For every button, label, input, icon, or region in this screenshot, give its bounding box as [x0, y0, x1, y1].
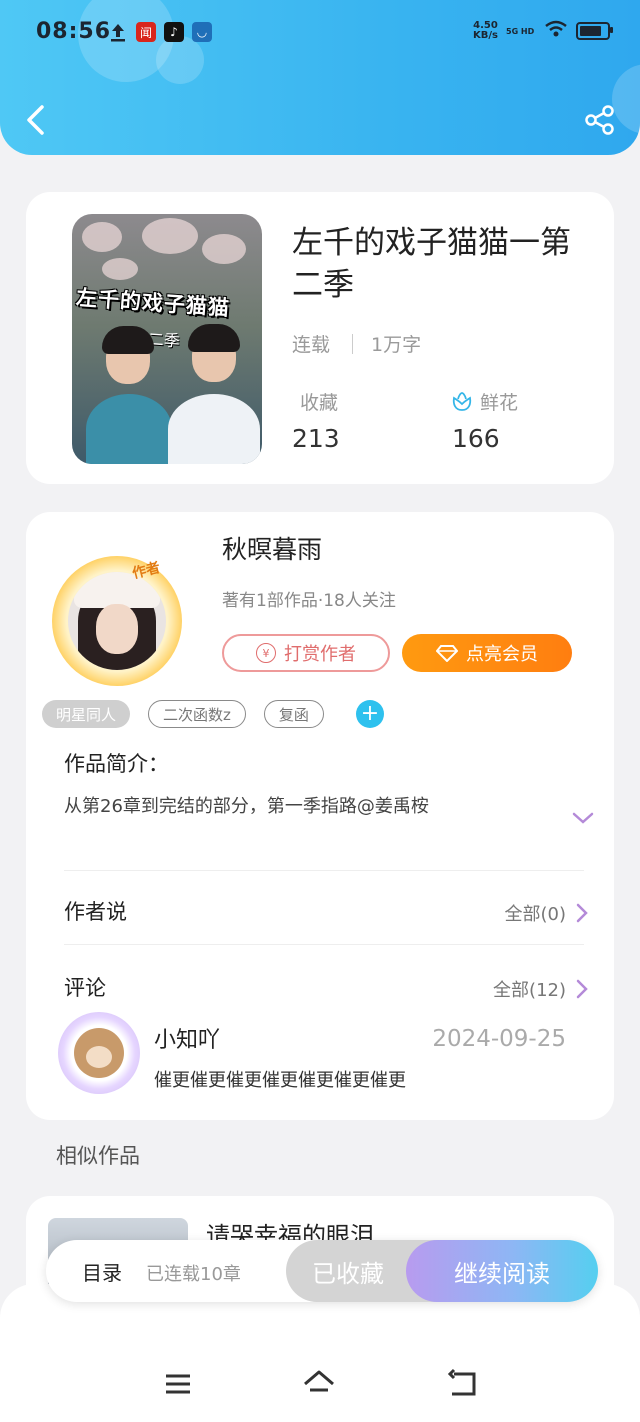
tag-item[interactable]: 二次函数z: [148, 700, 246, 728]
share-icon: [585, 105, 614, 135]
tag-list: 明星同人 二次函数z 复函 +: [42, 700, 384, 728]
menu-icon: [166, 1374, 190, 1394]
flowers-label: 鲜花: [480, 392, 519, 414]
comments-count: 全部(12): [493, 980, 566, 1001]
yen-coin-icon: ¥: [256, 643, 276, 663]
chevron-right-icon: [576, 903, 588, 923]
author-badge: 作者: [130, 559, 162, 583]
author-says-more[interactable]: 全部(0): [505, 900, 589, 926]
status-bar: 08:56 闻 ♪ ◡ 4.50 KB/s 5G HD: [36, 18, 613, 50]
menu-nav-button[interactable]: [162, 1368, 194, 1400]
intro-text: 从第26章到完结的部分，第一季指路@姜禹桉: [64, 796, 429, 817]
author-avatar[interactable]: 作者: [52, 556, 182, 686]
chapter-count: 已连载10章: [146, 1264, 241, 1285]
book-status: 连载: [292, 334, 331, 356]
divider: [352, 333, 354, 354]
book-info-card: 左千的戏子猫猫 第二季 左千的戏子猫猫一第二季 连载 1万字 收藏 213 鲜花…: [26, 192, 614, 484]
divider: [64, 870, 584, 871]
comments-more[interactable]: 全部(12): [493, 976, 588, 1002]
intro-title: 作品简介：: [64, 752, 169, 776]
toc-button[interactable]: 目录: [82, 1257, 122, 1286]
cover-figure: [86, 326, 172, 464]
speed-unit: KB/s: [473, 30, 498, 41]
divider: [64, 944, 584, 945]
tiktok-icon: ♪: [164, 22, 184, 42]
favorites-label: 收藏: [300, 392, 339, 414]
clock: 08:56: [36, 19, 112, 44]
comment-text[interactable]: 催更催更催更催更催更催更催更: [154, 1066, 406, 1092]
tag-item[interactable]: 明星同人: [42, 700, 131, 728]
similar-heading: 相似作品: [56, 1144, 140, 1168]
author-card: 作者 秋暝暮雨 著有1部作品·18人关注 ¥ 打赏作者 点亮会员 明星同人 二次…: [26, 512, 614, 1120]
favorites-count: 213: [292, 424, 340, 453]
author-says-title: 作者说: [64, 900, 127, 924]
book-title: 左千的戏子猫猫一第二季: [292, 225, 571, 303]
chevron-right-icon: [576, 979, 588, 999]
comments-title: 评论: [64, 976, 106, 1000]
return-icon: [447, 1368, 476, 1396]
commenter-avatar[interactable]: [58, 1012, 140, 1094]
cover-figure: [168, 324, 260, 464]
tip-author-button[interactable]: ¥ 打赏作者: [222, 634, 390, 672]
favorited-label: 已收藏: [312, 1259, 384, 1288]
wifi-icon: [544, 20, 568, 42]
author-says-count: 全部(0): [504, 904, 567, 925]
commenter-name[interactable]: 小知吖: [154, 1022, 220, 1054]
network-speed: 4.50 KB/s: [473, 21, 498, 41]
flowers-count: 166: [452, 424, 500, 453]
home-icon: [304, 1370, 334, 1392]
add-tag-button[interactable]: +: [355, 700, 384, 728]
upload-icon: [108, 22, 128, 42]
continue-reading-button[interactable]: 继续阅读: [406, 1240, 598, 1302]
message-app-icon: ◡: [192, 22, 212, 42]
author-info: 著有1部作品·18人关注: [222, 591, 396, 611]
back-button[interactable]: [24, 104, 48, 136]
floating-action-bar: 目录 已连载10章 已收藏 继续阅读: [46, 1240, 598, 1302]
author-name[interactable]: 秋暝暮雨: [222, 530, 322, 566]
expand-intro-button[interactable]: [572, 810, 594, 829]
continue-reading-label: 继续阅读: [454, 1259, 550, 1288]
back-nav-button[interactable]: [446, 1368, 478, 1400]
network-type: 5G HD: [506, 26, 535, 36]
chevron-left-icon: [27, 105, 44, 135]
vip-button[interactable]: 点亮会员: [402, 634, 572, 672]
tip-author-label: 打赏作者: [284, 644, 356, 665]
battery-icon: [576, 22, 613, 40]
header-bar: 08:56 闻 ♪ ◡ 4.50 KB/s 5G HD: [0, 0, 640, 155]
tag-item[interactable]: 复函: [263, 700, 324, 728]
book-meta: 连载 1万字: [292, 330, 421, 357]
decorative-bubble: [612, 64, 640, 134]
chevron-down-icon: [572, 812, 594, 824]
news-app-icon: 闻: [136, 22, 156, 42]
book-cover[interactable]: 左千的戏子猫猫 第二季: [72, 214, 262, 464]
vip-button-label: 点亮会员: [466, 644, 538, 665]
cover-title: 左千的戏子猫猫: [75, 285, 231, 321]
system-nav-bar: [0, 1284, 640, 1422]
comment-date: 2024-09-25: [432, 1026, 566, 1052]
word-count: 1万字: [371, 334, 422, 356]
home-nav-button[interactable]: [302, 1368, 334, 1400]
flower-icon: [452, 391, 472, 411]
share-button[interactable]: [584, 104, 616, 136]
diamond-icon: [436, 645, 458, 662]
flowers-stat[interactable]: 鲜花: [450, 388, 518, 415]
